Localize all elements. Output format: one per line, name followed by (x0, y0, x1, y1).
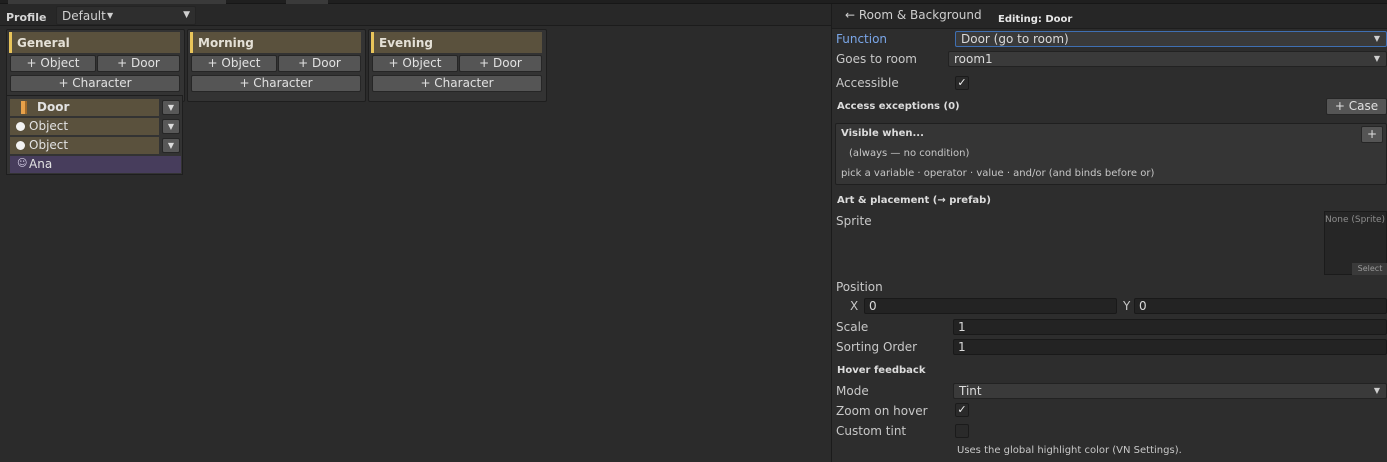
add-object-button[interactable]: + Object (372, 55, 458, 72)
group-header[interactable]: General (9, 32, 180, 53)
add-character-button[interactable]: + Character (372, 75, 542, 92)
general-item-list: Door ▼ Object ▼ Object ▼ ☺ Ana (6, 95, 183, 175)
scale-value: 1 (958, 320, 966, 334)
chevron-down-icon: ▼ (1373, 386, 1380, 395)
editing-title: Editing: Door (998, 14, 1073, 25)
group-title: General (17, 36, 70, 50)
sprite-label: Sprite (836, 214, 872, 228)
add-door-button[interactable]: + Door (459, 55, 542, 72)
profile-label: Profile (6, 11, 47, 24)
back-to-room-button[interactable]: ← Room & Background (845, 8, 982, 22)
group-title: Evening (379, 36, 433, 50)
item-menu-button[interactable]: ▼ (162, 100, 180, 115)
chevron-down-icon: ▼ (1373, 54, 1380, 63)
mode-label: Mode (836, 384, 869, 398)
add-door-button[interactable]: + Door (97, 55, 180, 72)
item-label: Ana (29, 157, 53, 171)
visible-hint-text: pick a variable · operator · value · and… (841, 168, 1155, 179)
hover-feedback-section: Hover feedback (837, 365, 926, 376)
add-condition-button[interactable]: + (1361, 126, 1383, 143)
group-card-morning: Morning + Object + Door + Character (187, 29, 366, 102)
y-label: Y (1123, 299, 1131, 313)
x-label: X (850, 299, 859, 313)
goes-to-room-label: Goes to room (836, 52, 917, 66)
group-title: Morning (198, 36, 254, 50)
custom-tint-label: Custom tint (836, 424, 907, 438)
add-character-button[interactable]: + Character (191, 75, 361, 92)
function-label: Function (836, 32, 888, 46)
sorting-order-field[interactable]: 1 (953, 339, 1387, 355)
access-exceptions-label: Access exceptions (0) (837, 101, 960, 112)
item-label: Object (29, 138, 69, 152)
group-header[interactable]: Evening (371, 32, 542, 53)
art-placement-section: Art & placement (→ prefab) (837, 195, 991, 206)
group-header[interactable]: Morning (190, 32, 361, 53)
caret-down-icon: ▼ (107, 11, 114, 20)
add-object-button[interactable]: + Object (191, 55, 277, 72)
list-item-object[interactable]: Object (10, 137, 159, 154)
sorting-order-value: 1 (958, 340, 966, 354)
object-dot-icon (16, 141, 25, 150)
function-dropdown[interactable]: Door (go to room) ▼ (955, 31, 1387, 47)
function-value: Door (go to room) (961, 32, 1069, 46)
sorting-order-label: Sorting Order (836, 340, 918, 354)
profile-value: Default (62, 9, 106, 23)
visible-condition-text: (always — no condition) (849, 148, 970, 159)
profile-dropdown[interactable]: Default ▼ ▼ (56, 6, 196, 25)
add-case-button[interactable]: + Case (1326, 98, 1387, 115)
goes-to-room-value: room1 (954, 52, 993, 66)
object-dot-icon (16, 122, 25, 131)
zoom-on-hover-label: Zoom on hover (836, 404, 928, 418)
door-icon (21, 101, 27, 114)
list-item-object[interactable]: Object (10, 118, 159, 135)
mode-value: Tint (959, 384, 982, 398)
character-icon: ☺ (17, 158, 28, 169)
goes-to-room-dropdown[interactable]: room1 ▼ (948, 51, 1387, 67)
accessible-checkbox[interactable]: ✓ (955, 76, 969, 90)
custom-tint-checkbox[interactable] (955, 424, 969, 438)
visible-when-label: Visible when... (841, 128, 924, 139)
item-menu-button[interactable]: ▼ (162, 119, 180, 134)
x-value: 0 (869, 299, 877, 313)
zoom-on-hover-checkbox[interactable]: ✓ (955, 403, 969, 417)
item-label: Object (29, 119, 69, 133)
item-label: Door (37, 100, 70, 114)
list-item-character[interactable]: ☺ Ana (10, 156, 181, 173)
add-object-button[interactable]: + Object (10, 55, 96, 72)
chevron-down-icon: ▼ (183, 10, 190, 20)
position-y-field[interactable]: 0 (1134, 298, 1387, 314)
position-label: Position (836, 280, 883, 294)
tint-hint-text: Uses the global highlight color (VN Sett… (957, 445, 1182, 456)
list-item-door[interactable]: Door (10, 99, 159, 116)
y-value: 0 (1139, 299, 1147, 313)
chevron-down-icon: ▼ (1373, 34, 1380, 43)
sprite-object-field[interactable]: None (Sprite) Select (1324, 211, 1387, 275)
scale-field[interactable]: 1 (953, 319, 1387, 335)
scale-label: Scale (836, 320, 869, 334)
add-door-button[interactable]: + Door (278, 55, 361, 72)
group-card-general: General + Object + Door + Character (6, 29, 185, 102)
sprite-value: None (Sprite) (1325, 215, 1386, 225)
hover-mode-dropdown[interactable]: Tint ▼ (953, 383, 1387, 399)
position-x-field[interactable]: 0 (864, 298, 1117, 314)
accessible-label: Accessible (836, 76, 899, 90)
item-menu-button[interactable]: ▼ (162, 138, 180, 153)
sprite-select-button[interactable]: Select (1352, 263, 1387, 275)
add-character-button[interactable]: + Character (10, 75, 180, 92)
group-card-evening: Evening + Object + Door + Character (368, 29, 547, 102)
